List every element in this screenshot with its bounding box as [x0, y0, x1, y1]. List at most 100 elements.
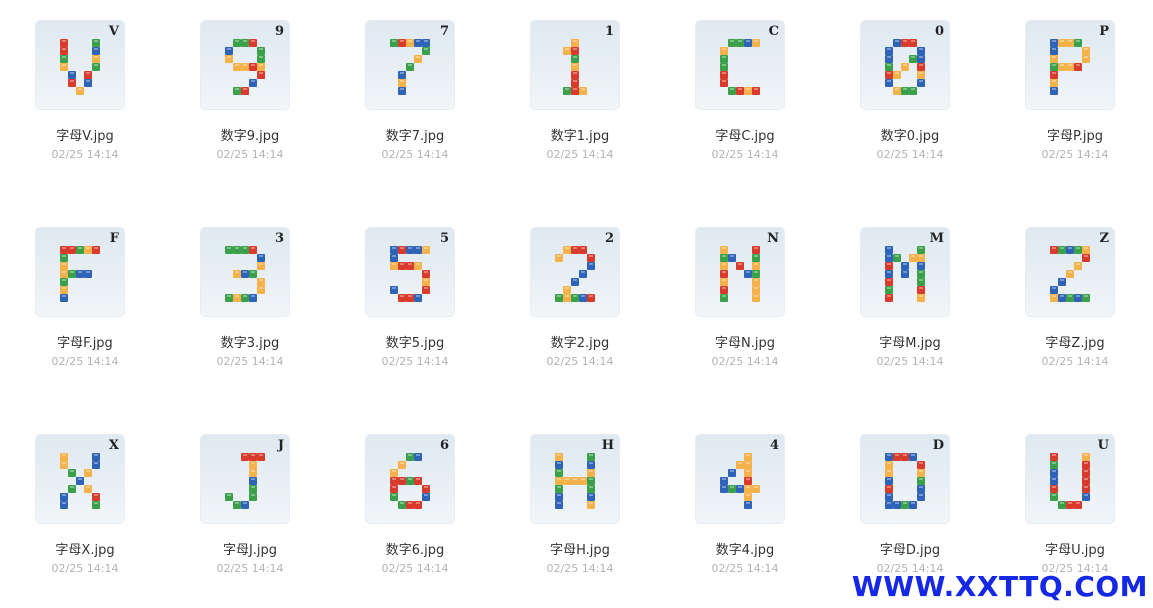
file-timestamp: 02/25 14:14	[711, 148, 779, 161]
file-tile[interactable]: 6 数字6.jpg 02/25 14:14	[350, 434, 480, 604]
file-tile[interactable]: 3 数字3.jpg 02/25 14:14	[185, 227, 315, 397]
lego-figure	[1050, 246, 1090, 302]
file-name[interactable]: 数字1.jpg	[515, 125, 645, 144]
file-timestamp: 02/25 14:14	[876, 355, 944, 368]
lego-figure	[563, 39, 587, 95]
lego-figure	[390, 246, 430, 302]
file-name[interactable]: 数字7.jpg	[350, 125, 480, 144]
file-timestamp: 02/25 14:14	[546, 148, 614, 161]
lego-figure	[720, 453, 760, 509]
lego-figure	[225, 453, 265, 509]
image-thumbnail[interactable]: F	[36, 228, 124, 316]
image-thumbnail[interactable]: C	[696, 21, 784, 109]
file-grid: V 字母V.jpg 02/25 14:14 9 数字9.jpg 02/25 14:14 7 数…	[20, 20, 1140, 600]
file-tile[interactable]: 9 数字9.jpg 02/25 14:14	[185, 20, 315, 190]
lego-figure	[1050, 39, 1090, 95]
file-tile[interactable]: P 字母P.jpg 02/25 14:14	[1010, 20, 1140, 190]
image-thumbnail[interactable]: 7	[366, 21, 454, 109]
lego-figure	[885, 453, 925, 509]
file-timestamp: 02/25 14:14	[51, 148, 119, 161]
file-timestamp: 02/25 14:14	[51, 562, 119, 575]
lego-figure	[555, 246, 595, 302]
lego-figure	[720, 246, 760, 302]
file-tile[interactable]: 7 数字7.jpg 02/25 14:14	[350, 20, 480, 190]
image-thumbnail[interactable]: 6	[366, 435, 454, 523]
image-thumbnail[interactable]: V	[36, 21, 124, 109]
file-name[interactable]: 字母Z.jpg	[1010, 332, 1140, 351]
file-tile[interactable]: X 字母X.jpg 02/25 14:14	[20, 434, 150, 604]
file-timestamp: 02/25 14:14	[1041, 148, 1109, 161]
file-name[interactable]: 字母C.jpg	[680, 125, 810, 144]
lego-figure	[390, 39, 430, 95]
file-tile[interactable]: 0 数字0.jpg 02/25 14:14	[845, 20, 975, 190]
file-name[interactable]: 数字4.jpg	[680, 539, 810, 558]
file-name[interactable]: 字母X.jpg	[20, 539, 150, 558]
image-thumbnail[interactable]: H	[531, 435, 619, 523]
file-name[interactable]: 字母H.jpg	[515, 539, 645, 558]
lego-figure	[885, 39, 925, 95]
file-name[interactable]: 数字5.jpg	[350, 332, 480, 351]
image-thumbnail[interactable]: N	[696, 228, 784, 316]
file-tile[interactable]: F 字母F.jpg 02/25 14:14	[20, 227, 150, 397]
file-name[interactable]: 字母D.jpg	[845, 539, 975, 558]
file-tile[interactable]: H 字母H.jpg 02/25 14:14	[515, 434, 645, 604]
file-tile[interactable]: 1 数字1.jpg 02/25 14:14	[515, 20, 645, 190]
file-timestamp: 02/25 14:14	[216, 355, 284, 368]
file-name[interactable]: 字母F.jpg	[20, 332, 150, 351]
watermark-text: WWW.XXTTQ.COM	[851, 570, 1148, 603]
lego-figure	[60, 246, 100, 302]
file-tile[interactable]: 4 数字4.jpg 02/25 14:14	[680, 434, 810, 604]
image-thumbnail[interactable]: 1	[531, 21, 619, 109]
file-tile[interactable]: J 字母J.jpg 02/25 14:14	[185, 434, 315, 604]
image-thumbnail[interactable]: U	[1026, 435, 1114, 523]
file-name[interactable]: 字母M.jpg	[845, 332, 975, 351]
file-tile[interactable]: 2 数字2.jpg 02/25 14:14	[515, 227, 645, 397]
lego-figure	[225, 246, 265, 302]
image-thumbnail[interactable]: J	[201, 435, 289, 523]
file-name[interactable]: 字母P.jpg	[1010, 125, 1140, 144]
lego-figure	[1050, 453, 1090, 509]
file-name[interactable]: 字母V.jpg	[20, 125, 150, 144]
file-name[interactable]: 字母U.jpg	[1010, 539, 1140, 558]
image-thumbnail[interactable]: Z	[1026, 228, 1114, 316]
file-timestamp: 02/25 14:14	[216, 148, 284, 161]
file-name[interactable]: 字母J.jpg	[185, 539, 315, 558]
lego-figure	[555, 453, 595, 509]
file-timestamp: 02/25 14:14	[216, 562, 284, 575]
file-name[interactable]: 数字9.jpg	[185, 125, 315, 144]
image-thumbnail[interactable]: 9	[201, 21, 289, 109]
file-timestamp: 02/25 14:14	[381, 355, 449, 368]
file-tile[interactable]: 5 数字5.jpg 02/25 14:14	[350, 227, 480, 397]
image-thumbnail[interactable]: X	[36, 435, 124, 523]
image-thumbnail[interactable]: D	[861, 435, 949, 523]
file-name[interactable]: 数字3.jpg	[185, 332, 315, 351]
file-tile[interactable]: V 字母V.jpg 02/25 14:14	[20, 20, 150, 190]
file-timestamp: 02/25 14:14	[1041, 355, 1109, 368]
image-thumbnail[interactable]: P	[1026, 21, 1114, 109]
lego-figure	[390, 453, 430, 509]
file-name[interactable]: 数字6.jpg	[350, 539, 480, 558]
image-thumbnail[interactable]: 5	[366, 228, 454, 316]
image-thumbnail[interactable]: 0	[861, 21, 949, 109]
file-timestamp: 02/25 14:14	[711, 562, 779, 575]
image-thumbnail[interactable]: 4	[696, 435, 784, 523]
lego-figure	[720, 39, 760, 95]
file-timestamp: 02/25 14:14	[546, 562, 614, 575]
lego-figure	[885, 246, 925, 302]
image-thumbnail[interactable]: 2	[531, 228, 619, 316]
file-name[interactable]: 字母N.jpg	[680, 332, 810, 351]
image-thumbnail[interactable]: 3	[201, 228, 289, 316]
file-timestamp: 02/25 14:14	[546, 355, 614, 368]
file-timestamp: 02/25 14:14	[51, 355, 119, 368]
file-timestamp: 02/25 14:14	[876, 148, 944, 161]
file-name[interactable]: 数字2.jpg	[515, 332, 645, 351]
image-thumbnail[interactable]: M	[861, 228, 949, 316]
file-tile[interactable]: Z 字母Z.jpg 02/25 14:14	[1010, 227, 1140, 397]
file-tile[interactable]: N 字母N.jpg 02/25 14:14	[680, 227, 810, 397]
lego-figure	[60, 39, 100, 95]
file-timestamp: 02/25 14:14	[711, 355, 779, 368]
file-name[interactable]: 数字0.jpg	[845, 125, 975, 144]
file-tile[interactable]: C 字母C.jpg 02/25 14:14	[680, 20, 810, 190]
file-timestamp: 02/25 14:14	[381, 562, 449, 575]
file-tile[interactable]: M 字母M.jpg 02/25 14:14	[845, 227, 975, 397]
